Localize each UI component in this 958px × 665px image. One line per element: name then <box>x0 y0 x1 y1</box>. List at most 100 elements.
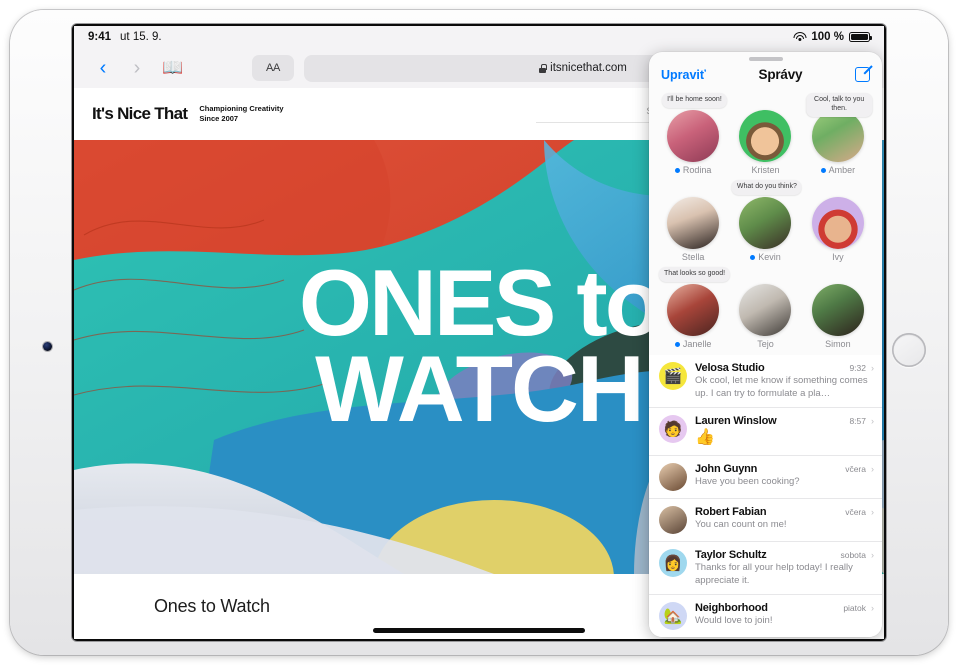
conversation-top-row: Neighborhood piatok › <box>695 602 874 614</box>
pinned-conversations-grid: I'll be home soon! Rodina Kristen Cool, tal… <box>649 90 882 355</box>
pinned-contact-label: Amber <box>828 165 856 175</box>
chevron-right-icon[interactable]: › <box>871 507 874 517</box>
avatar: 🏡 <box>659 602 687 631</box>
pinned-preview-bubble: Cool, talk to you then. <box>806 93 873 117</box>
pinned-contact[interactable]: Tejo <box>729 268 801 349</box>
pinned-preview-bubble: I'll be home soon! <box>662 93 727 108</box>
conversation-row[interactable]: 🏡 Neighborhood piatok › Would love to join! <box>649 595 882 637</box>
conversation-time: včera <box>845 507 866 518</box>
status-date: ut 15. 9. <box>120 31 162 43</box>
conversation-time: včera <box>845 464 866 475</box>
camera-icon <box>43 342 52 351</box>
conversation-row[interactable]: 🧑 Lauren Winslow 8:57 › 👍 <box>649 408 882 457</box>
pinned-contact[interactable]: I'll be home soon! Rodina <box>657 93 729 175</box>
address-bar-url: itsnicethat.com <box>550 62 627 74</box>
conversation-name: Velosa Studio <box>695 362 765 374</box>
pinned-contact[interactable]: Cool, talk to you then. Amber <box>802 93 874 175</box>
home-button-icon[interactable] <box>892 333 926 367</box>
conversation-name: John Guynn <box>695 463 758 476</box>
chevron-right-icon[interactable]: › <box>871 464 874 474</box>
edit-button[interactable]: Upraviť <box>661 68 706 82</box>
tagline-line-2: Since 2007 <box>199 114 239 123</box>
chevron-right-icon[interactable]: › <box>871 363 874 373</box>
conversation-time: piatok <box>843 603 866 614</box>
home-indicator-icon[interactable] <box>373 628 585 633</box>
unread-dot-icon <box>820 167 826 173</box>
pinned-contact-name: Simon <box>802 339 874 349</box>
avatar <box>659 463 687 492</box>
conversation-name: Taylor Schultz <box>695 549 767 562</box>
pinned-contact-name: Janelle <box>657 339 729 349</box>
messages-slideover-window: Upraviť Správy I'll be home soon! Rodina K… <box>649 52 882 637</box>
ipad-device-frame: 9:41 ut 15. 9. 100 % ‹ › 📖 AA itsnicetha… <box>10 10 948 655</box>
pinned-contact[interactable]: Simon <box>802 268 874 349</box>
pinned-contact-label: Stella <box>681 252 705 262</box>
conversation-top-row: Lauren Winslow 8:57 › <box>695 415 874 427</box>
avatar: 🎬 <box>659 362 687 390</box>
conversation-row[interactable]: 👩 Taylor Schultz sobota › Thanks for all you… <box>649 542 882 596</box>
conversation-row[interactable]: Robert Fabian včera › You can count on me! <box>649 499 882 543</box>
pinned-contact-name: Kristen <box>729 165 801 175</box>
conversation-time: sobota <box>840 550 866 561</box>
conversation-preview: Would love to join! <box>695 615 773 627</box>
pinned-contact-label: Simon <box>825 339 851 349</box>
tagline-line-1: Championing Creativity <box>199 103 284 113</box>
avatar <box>667 110 720 162</box>
avatar <box>739 197 792 249</box>
pinned-contact-label: Kristen <box>751 165 780 175</box>
pinned-contact[interactable]: Stella <box>657 181 729 262</box>
pinned-preview-bubble: That looks so good! <box>659 267 731 282</box>
site-logo[interactable]: It's Nice That <box>92 104 188 124</box>
avatar <box>811 110 864 162</box>
avatar <box>739 110 792 162</box>
conversation-name: Lauren Winslow <box>695 415 777 428</box>
pinned-contact-name: Kevin <box>729 252 801 262</box>
pinned-contact-label: Janelle <box>682 339 712 349</box>
chevron-right-icon[interactable]: › <box>871 603 874 613</box>
pinned-contact[interactable]: Ivy <box>802 181 874 262</box>
conversation-row[interactable]: John Guynn včera › Have you been cooking? <box>649 456 882 500</box>
battery-percent-label: 100 % <box>811 31 844 43</box>
conversation-top-row: Velosa Studio 9:32 › <box>695 362 874 374</box>
conversation-time: 9:32 <box>849 363 866 373</box>
unread-dot-icon <box>674 167 680 173</box>
avatar: 👩 <box>659 549 687 578</box>
chevron-left-icon[interactable]: ‹ <box>86 57 120 80</box>
conversation-preview: Ok cool, let me know if something comes … <box>695 375 868 399</box>
pinned-contact-label: Kevin <box>758 252 781 262</box>
avatar <box>811 197 864 249</box>
battery-full-icon <box>849 32 873 42</box>
pinned-contact[interactable]: That looks so good! Janelle <box>657 267 731 349</box>
avatar <box>667 197 720 249</box>
conversation-preview: Thanks for all your help today! I really… <box>695 562 853 586</box>
chevron-right-icon[interactable]: › <box>871 550 874 560</box>
conversation-body: Lauren Winslow 8:57 › 👍 <box>695 415 874 448</box>
conversation-list: 🎬 Velosa Studio 9:32 › Ok cool, let me know … <box>649 355 882 637</box>
reader-aa-button[interactable]: AA <box>252 55 294 81</box>
pinned-contact[interactable]: What do you think? Kevin <box>729 180 802 262</box>
chevron-right-icon[interactable]: › <box>871 416 874 426</box>
conversation-preview: 👍 <box>695 429 715 447</box>
messages-header: Upraviť Správy <box>649 61 882 90</box>
site-tagline: Championing Creativity Since 2007 <box>199 104 283 124</box>
unread-dot-icon <box>674 341 680 347</box>
conversation-name: Robert Fabian <box>695 506 767 519</box>
compose-icon[interactable] <box>855 67 870 82</box>
conversation-time: 8:57 <box>849 416 866 427</box>
conversation-row[interactable]: 🎬 Velosa Studio 9:32 › Ok cool, let me know … <box>649 355 882 409</box>
conversation-body: Taylor Schultz sobota › Thanks for all your… <box>695 549 874 587</box>
avatar <box>667 284 720 336</box>
pinned-contact-name: Amber <box>802 165 874 175</box>
messages-title: Správy <box>758 67 803 82</box>
conversation-preview: You can count on me! <box>695 519 787 531</box>
pinned-contact-label: Ivy <box>832 252 844 262</box>
status-time: 9:41 <box>88 31 112 43</box>
pinned-contact[interactable]: Kristen <box>729 94 801 175</box>
conversation-name: Neighborhood <box>695 602 768 615</box>
conversation-body: Robert Fabian včera › You can count on me! <box>695 506 874 532</box>
wifi-icon <box>793 32 807 42</box>
status-bar: 9:41 ut 15. 9. 100 % <box>74 26 884 48</box>
avatar <box>659 506 687 535</box>
pinned-contact-name: Ivy <box>802 252 874 262</box>
book-icon[interactable]: 📖 <box>154 58 192 78</box>
